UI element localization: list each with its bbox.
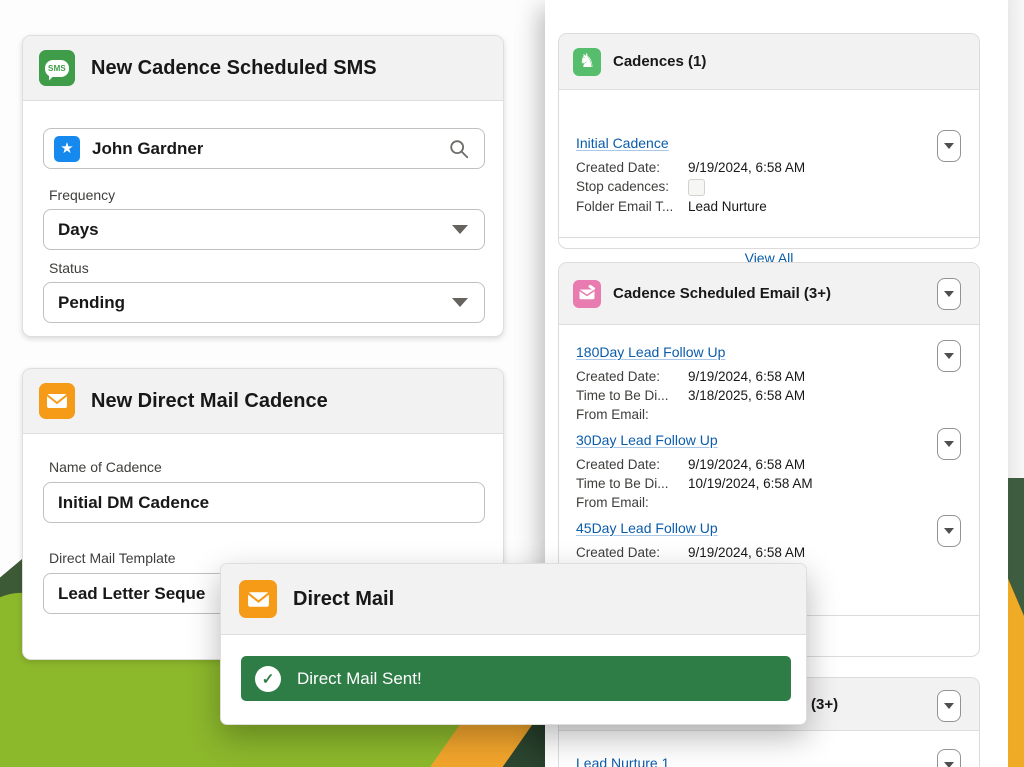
cadences-card-header: ♞ Cadences (1) xyxy=(559,34,979,90)
envelope-icon xyxy=(246,587,271,612)
screen: ♞ Cadences (1) Initial Cadence Created D… xyxy=(0,0,1024,767)
chevron-down-icon xyxy=(944,703,954,709)
chevron-down-icon xyxy=(944,528,954,534)
scheduled-email-card-title: Cadence Scheduled Email (3+) xyxy=(613,285,831,302)
chevron-down-icon xyxy=(944,441,954,447)
new-cadence-scheduled-sms-card: SMS New Cadence Scheduled SMS ★ John Gar… xyxy=(22,35,504,337)
chevron-down-icon xyxy=(944,353,954,359)
direct-mail-modal-header: Direct Mail xyxy=(221,564,806,635)
chevron-down-icon xyxy=(452,225,468,234)
direct-mail-icon xyxy=(239,580,277,618)
status-label: Status xyxy=(49,260,89,276)
direct-mail-icon xyxy=(39,383,75,419)
sms-card-header: SMS New Cadence Scheduled SMS xyxy=(23,36,503,101)
cadence-knight-icon: ♞ xyxy=(573,48,601,76)
field-row: Stop cadences: xyxy=(576,177,705,196)
field-row: From Email: xyxy=(576,493,688,512)
divider xyxy=(559,237,979,238)
chevron-down-icon xyxy=(944,291,954,297)
envelope-icon xyxy=(45,389,69,413)
name-of-cadence-label: Name of Cadence xyxy=(49,459,162,475)
stop-cadences-checkbox[interactable] xyxy=(688,179,705,196)
record-actions-button[interactable] xyxy=(937,340,961,372)
cadences-card-title: Cadences (1) xyxy=(613,53,706,70)
search-icon[interactable] xyxy=(448,138,470,160)
sms-card-title: New Cadence Scheduled SMS xyxy=(91,57,377,80)
frequency-select[interactable]: Days xyxy=(43,209,485,250)
envelope-icon xyxy=(578,285,596,303)
direct-mail-template-label: Direct Mail Template xyxy=(49,550,176,566)
field-row: Created Date: 9/19/2024, 6:58 AM xyxy=(576,455,805,474)
contact-icon: ★ xyxy=(54,136,80,162)
success-check-icon: ✓ xyxy=(255,666,281,692)
record-link-30day[interactable]: 30Day Lead Follow Up xyxy=(576,432,718,448)
partial-card-title: (3+) xyxy=(811,696,838,713)
field-row: Created Date: 9/19/2024, 6:58 AM xyxy=(576,367,805,386)
success-toast-text: Direct Mail Sent! xyxy=(297,669,422,689)
chevron-down-icon xyxy=(452,298,468,307)
frequency-label: Frequency xyxy=(49,187,115,203)
record-link-lead-nurture-1[interactable]: Lead Nurture 1 xyxy=(576,755,669,767)
contact-lookup-value: John Gardner xyxy=(92,139,203,159)
record-link-45day[interactable]: 45Day Lead Follow Up xyxy=(576,520,718,536)
card-actions-button[interactable] xyxy=(937,278,961,310)
frequency-value: Days xyxy=(58,220,99,240)
cadences-card: ♞ Cadences (1) Initial Cadence Created D… xyxy=(558,33,980,249)
direct-mail-modal: Direct Mail ✓ Direct Mail Sent! xyxy=(220,563,807,725)
direct-mail-modal-title: Direct Mail xyxy=(293,588,394,611)
field-row: From Email: xyxy=(576,405,688,424)
field-row: Time to Be Di... 10/19/2024, 6:58 AM xyxy=(576,474,813,493)
field-row: Created Date: 9/19/2024, 6:58 AM xyxy=(576,543,805,562)
name-of-cadence-value: Initial DM Cadence xyxy=(58,493,209,513)
chevron-down-icon xyxy=(944,762,954,767)
record-link-180day[interactable]: 180Day Lead Follow Up xyxy=(576,344,725,360)
scheduled-email-card-header: Cadence Scheduled Email (3+) xyxy=(559,263,979,325)
name-of-cadence-input[interactable]: Initial DM Cadence xyxy=(43,482,485,523)
field-row: Time to Be Di... 3/18/2025, 6:58 AM xyxy=(576,386,805,405)
success-toast: ✓ Direct Mail Sent! xyxy=(241,656,791,701)
direct-mail-template-value: Lead Letter Seque xyxy=(58,584,205,604)
contact-lookup-field[interactable]: ★ John Gardner xyxy=(43,128,485,169)
record-actions-button[interactable] xyxy=(937,428,961,460)
field-row: Created Date: 9/19/2024, 6:58 AM xyxy=(576,158,805,177)
scheduled-email-icon xyxy=(573,280,601,308)
chevron-down-icon xyxy=(944,143,954,149)
dm-card-header: New Direct Mail Cadence xyxy=(23,369,503,434)
record-actions-button[interactable] xyxy=(937,515,961,547)
field-row: Folder Email T... Lead Nurture xyxy=(576,197,767,216)
sms-icon: SMS xyxy=(39,50,75,86)
record-actions-button[interactable] xyxy=(937,749,961,767)
status-select[interactable]: Pending xyxy=(43,282,485,323)
record-link-initial-cadence[interactable]: Initial Cadence xyxy=(576,135,669,151)
status-value: Pending xyxy=(58,293,125,313)
record-actions-button[interactable] xyxy=(937,130,961,162)
card-actions-button[interactable] xyxy=(937,690,961,722)
dm-card-title: New Direct Mail Cadence xyxy=(91,390,328,413)
